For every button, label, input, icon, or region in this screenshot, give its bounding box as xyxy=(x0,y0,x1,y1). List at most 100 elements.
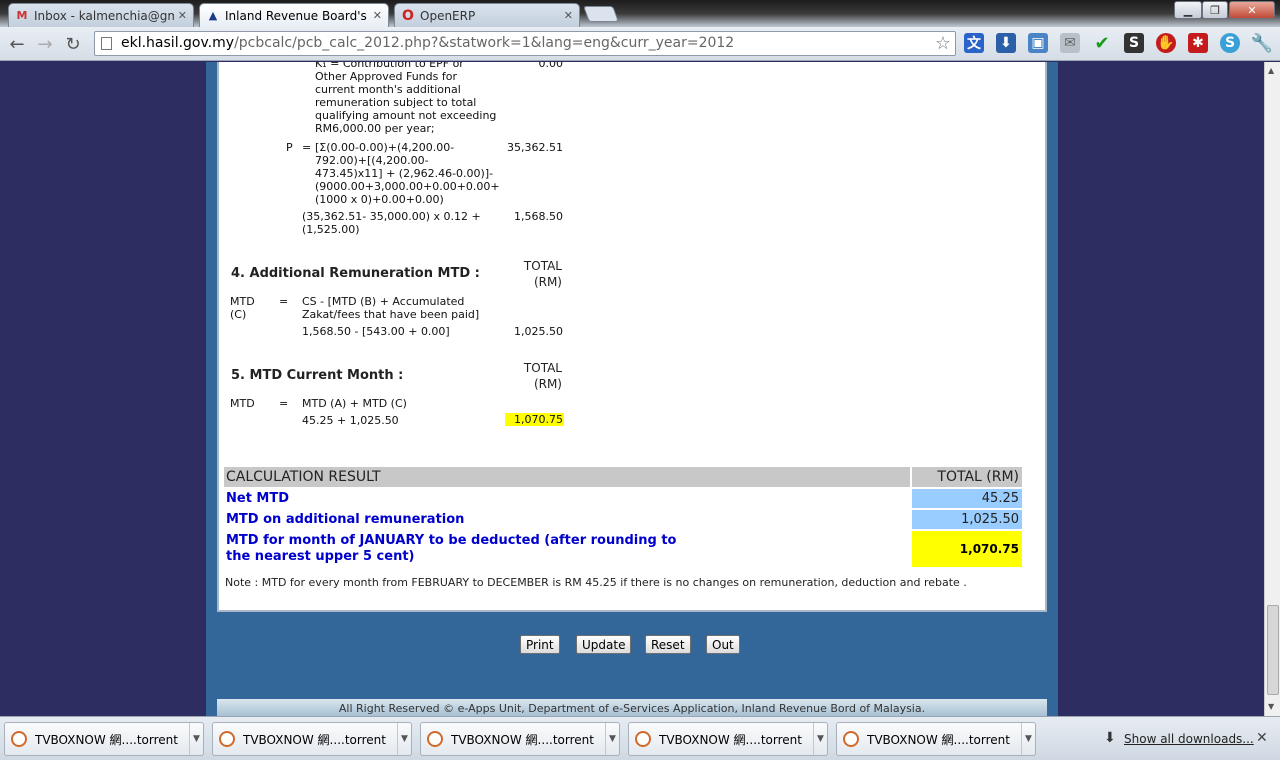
equals-sign: = xyxy=(279,295,289,308)
chevron-down-icon[interactable]: ▼ xyxy=(397,723,411,755)
download-arrow-icon: ⬇ xyxy=(1104,730,1116,746)
forward-arrow-icon[interactable]: → xyxy=(34,33,56,55)
result-header-row: CALCULATION RESULT TOTAL (RM) xyxy=(224,467,1024,487)
address-bar[interactable]: ekl.hasil.gov.my/pcbcalc/pcb_calc_2012.p… xyxy=(94,31,956,56)
mail-icon[interactable]: ✉ xyxy=(1060,33,1080,53)
stop-extension-icon[interactable]: ✋ xyxy=(1156,33,1176,53)
url-host: ekl.hasil.gov.my xyxy=(121,35,235,51)
p-value: 35,362.51 xyxy=(507,141,563,154)
torrent-file-icon xyxy=(219,731,235,747)
download-item[interactable]: TVBOXNOW 網....torrent ▼ xyxy=(836,722,1036,756)
section-5-title: 5. MTD Current Month : xyxy=(231,368,404,383)
tab-gmail[interactable]: M Inbox - kalmenchia@gmai ✕ xyxy=(8,3,194,27)
tax-formula: (35,362.51- 35,000.00) x 0.12 + (1,525.0… xyxy=(302,210,481,236)
tab-openerp[interactable]: O OpenERP ✕ xyxy=(394,3,580,27)
download-item[interactable]: TVBOXNOW 網....torrent ▼ xyxy=(420,722,620,756)
print-button[interactable]: Print xyxy=(520,635,560,654)
k1-value: 0.00 xyxy=(538,62,564,70)
result-label: MTD on additional remuneration xyxy=(226,512,465,527)
screenshot-extension-icon[interactable]: ▣ xyxy=(1028,33,1048,53)
section-5-formula: MTD (A) + MTD (C) xyxy=(302,397,407,410)
back-arrow-icon[interactable]: ← xyxy=(6,33,28,55)
page-viewport: K₁ = Contribution to EPF or Other Approv… xyxy=(0,62,1264,716)
torrent-file-icon xyxy=(843,731,859,747)
download-item[interactable]: TVBOXNOW 網....torrent ▼ xyxy=(628,722,828,756)
wrench-icon[interactable]: 🔧 xyxy=(1251,33,1273,54)
section-4-total-header: TOTAL (RM) xyxy=(523,259,562,289)
s-extension-icon[interactable]: S xyxy=(1124,33,1144,53)
skype-icon[interactable]: S xyxy=(1220,33,1240,53)
result-value: 1,070.75 xyxy=(912,531,1022,567)
browser-toolbar: ← → ↻ ekl.hasil.gov.my/pcbcalc/pcb_calc_… xyxy=(0,27,1280,61)
new-tab-button[interactable] xyxy=(583,6,619,22)
footer-copyright: All Right Reserved © e-Apps Unit, Depart… xyxy=(338,702,926,715)
download-shelf: TVBOXNOW 網....torrent ▼ TVBOXNOW 網....to… xyxy=(0,716,1280,760)
section-5-value: 1,070.75 xyxy=(505,413,564,426)
tab-label: Inbox - kalmenchia@gmai xyxy=(34,8,174,23)
reset-button[interactable]: Reset xyxy=(645,635,691,654)
tax-value: 1,568.50 xyxy=(514,210,563,223)
url-path: /pcbcalc/pcb_calc_2012.php?&statwork=1&l… xyxy=(234,35,735,51)
download-filename: TVBOXNOW 網....torrent xyxy=(35,732,178,747)
result-row-january: MTD for month of JANUARY to be deducted … xyxy=(224,531,1024,567)
lastpass-icon[interactable]: ✱ xyxy=(1188,33,1208,53)
result-row-net-mtd: Net MTD 45.25 xyxy=(224,489,1024,508)
equals-sign: = xyxy=(302,141,312,154)
result-value: 1,025.50 xyxy=(912,510,1022,529)
tab-strip: M Inbox - kalmenchia@gmai ✕ ▲ Inland Rev… xyxy=(0,0,1280,27)
chevron-down-icon[interactable]: ▼ xyxy=(189,723,203,755)
close-icon[interactable]: ✕ xyxy=(373,9,382,22)
calculation-result-table: CALCULATION RESULT TOTAL (RM) Net MTD 45… xyxy=(224,467,1024,569)
section-4-title: 4. Additional Remuneration MTD : xyxy=(231,266,480,281)
reload-icon[interactable]: ↻ xyxy=(62,33,84,55)
section-5-total-header: TOTAL (RM) xyxy=(523,361,562,391)
scroll-up-icon[interactable]: ▲ xyxy=(1268,66,1274,75)
scroll-down-icon[interactable]: ▼ xyxy=(1268,702,1274,711)
download-filename: TVBOXNOW 網....torrent xyxy=(451,732,594,747)
result-value: 45.25 xyxy=(912,489,1022,508)
translate-icon[interactable]: 文 xyxy=(964,33,984,53)
chevron-down-icon[interactable]: ▼ xyxy=(1021,723,1035,755)
section-4-value: 1,025.50 xyxy=(514,325,563,338)
result-header-total: TOTAL (RM) xyxy=(912,467,1022,487)
section-5-label: MTD xyxy=(230,397,255,410)
show-all-downloads-link[interactable]: Show all downloads... xyxy=(1124,732,1254,746)
section-4-calc: 1,568.50 - [543.00 + 0.00] xyxy=(302,325,450,338)
checkmark-icon[interactable]: ✔ xyxy=(1092,33,1112,54)
equals-sign: = xyxy=(279,397,289,410)
torrent-file-icon xyxy=(427,731,443,747)
tab-label: OpenERP xyxy=(420,8,476,23)
close-icon[interactable]: ✕ xyxy=(1256,730,1268,746)
section-4-formula: CS - [MTD (B) + Accumulated Zakat/fees t… xyxy=(302,295,480,321)
update-button[interactable]: Update xyxy=(576,635,632,654)
maximize-icon[interactable]: ❐ xyxy=(1202,1,1228,19)
download-extension-icon[interactable]: ⬇ xyxy=(996,33,1016,53)
p-label: P xyxy=(286,141,293,154)
minimize-icon[interactable]: ▁ xyxy=(1174,1,1202,19)
download-item[interactable]: TVBOXNOW 網....torrent ▼ xyxy=(212,722,412,756)
close-icon[interactable]: ✕ xyxy=(564,9,573,22)
chevron-down-icon[interactable]: ▼ xyxy=(605,723,619,755)
result-note: Note : MTD for every month from FEBRUARY… xyxy=(225,576,967,589)
opera-icon: O xyxy=(402,7,414,24)
tab-inland-revenue[interactable]: ▲ Inland Revenue Board's Kal ✕ xyxy=(199,3,389,27)
section-4-label: MTD (C) xyxy=(230,295,255,321)
section-5-calc: 45.25 + 1,025.50 xyxy=(302,414,399,427)
k1-description: K₁ = Contribution to EPF or Other Approv… xyxy=(315,62,497,135)
p-formula: [Σ(0.00-0.00)+(4,200.00- 792.00)+[(4,200… xyxy=(315,141,500,206)
chevron-down-icon[interactable]: ▼ xyxy=(813,723,827,755)
page-icon xyxy=(101,37,112,50)
lhdn-icon: ▲ xyxy=(208,9,218,22)
window-close-icon[interactable]: ✕ xyxy=(1229,1,1275,19)
vertical-scrollbar[interactable]: ▲ ▼ xyxy=(1264,62,1280,716)
download-filename: TVBOXNOW 網....torrent xyxy=(659,732,802,747)
scrollbar-thumb[interactable] xyxy=(1267,605,1279,695)
result-label: Net MTD xyxy=(226,491,290,506)
result-label: MTD for month of JANUARY to be deducted … xyxy=(226,533,677,564)
download-item[interactable]: TVBOXNOW 網....torrent ▼ xyxy=(4,722,204,756)
download-filename: TVBOXNOW 網....torrent xyxy=(243,732,386,747)
bookmark-star-icon[interactable]: ☆ xyxy=(935,32,951,55)
out-button[interactable]: Out xyxy=(706,635,740,654)
close-icon[interactable]: ✕ xyxy=(178,9,187,22)
download-filename: TVBOXNOW 網....torrent xyxy=(867,732,1010,747)
